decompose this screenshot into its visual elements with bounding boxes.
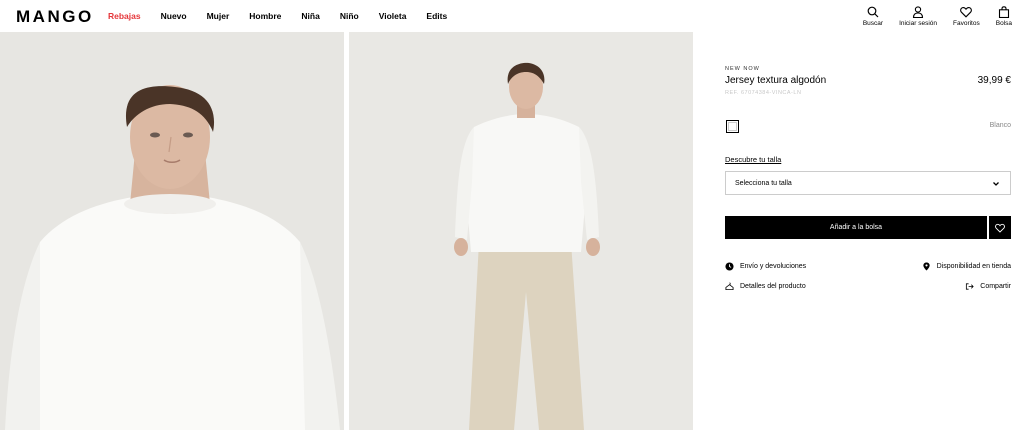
mango-logo[interactable]: MANGO [16,7,94,27]
search-label: Buscar [862,20,884,27]
nav-item-edits[interactable]: Edits [426,11,447,21]
header-actions: Buscar Iniciar sesión Favoritos Bolsa [847,6,1012,27]
bag-button[interactable]: Bolsa [996,6,1012,27]
shipping-returns-link[interactable]: Envío y devoluciones [725,262,806,271]
collection-label: NEW NOW [725,66,760,72]
nav-item-hombre[interactable]: Hombre [249,11,281,21]
bag-icon [998,6,1009,18]
product-reference: REF. 67074384-VINCA-LN [725,90,802,96]
nav-item-nino[interactable]: Niño [340,11,359,21]
nav-item-mujer[interactable]: Mujer [207,11,230,21]
size-select-placeholder: Selecciona tu talla [735,179,792,187]
search-icon [867,6,879,18]
bag-label: Bolsa [995,20,1012,27]
main-nav: Rebajas Nuevo Mujer Hombre Niña Niño Vio… [108,11,467,21]
product-photo-closeup[interactable] [0,32,344,430]
nav-item-nina[interactable]: Niña [301,11,319,21]
heart-outline-icon [995,223,1005,233]
product-info-panel: NEW NOW Jersey textura algodón 39,99 € R… [725,32,1011,430]
login-label: Iniciar sesión [899,20,937,27]
favorites-label: Favoritos [953,20,980,27]
chevron-down-icon [993,182,999,186]
color-swatch-blanco[interactable] [726,120,739,133]
add-to-bag-button[interactable]: Añadir a la bolsa [725,216,987,239]
hanger-icon [725,282,734,291]
location-pin-icon [923,262,930,271]
clock-icon [725,262,734,271]
model-fullbody-image [349,32,693,430]
favorites-button[interactable]: Favoritos [953,6,980,27]
color-swatch-fill [728,122,737,131]
share-label: Compartir [980,283,1011,290]
store-availability-link[interactable]: Disponibilidad en tienda [922,262,1011,271]
product-photo-fullbody[interactable] [349,32,693,430]
shipping-returns-label: Envío y devoluciones [740,263,807,270]
store-availability-label: Disponibilidad en tienda [936,263,1011,270]
heart-icon [960,7,973,18]
product-details-label: Detalles del producto [740,283,806,290]
add-to-favorites-button[interactable] [989,216,1011,239]
login-button[interactable]: Iniciar sesión [899,6,937,27]
size-guide-link[interactable]: Descubre tu talla [725,155,781,164]
user-icon [912,6,924,18]
nav-item-rebajas[interactable]: Rebajas [108,11,141,21]
nav-item-nuevo[interactable]: Nuevo [161,11,187,21]
nav-item-violeta[interactable]: Violeta [379,11,407,21]
product-details-link[interactable]: Detalles del producto [725,282,806,291]
site-header: MANGO Rebajas Nuevo Mujer Hombre Niña Ni… [0,0,1024,32]
model-closeup-image [0,32,344,430]
search-button[interactable]: Buscar [863,6,883,27]
product-price: 39,99 € [977,75,1011,86]
selected-color-name: Blanco [989,122,1011,129]
share-link[interactable]: Compartir [965,282,1011,291]
product-title: Jersey textura algodón [725,75,827,86]
share-icon [966,283,974,290]
size-select[interactable]: Selecciona tu talla [725,171,1011,195]
